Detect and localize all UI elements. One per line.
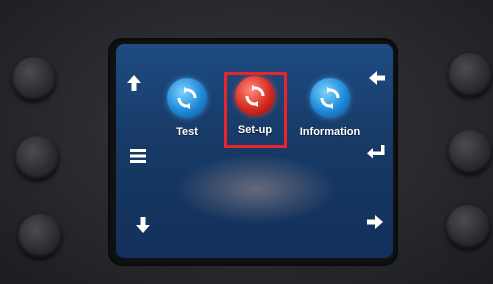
arrow-left-icon[interactable] <box>368 70 386 91</box>
refresh-icon <box>167 78 207 118</box>
app-label-information: Information <box>299 126 361 138</box>
arrow-right-icon[interactable] <box>366 214 384 235</box>
right-top-hardware-button[interactable] <box>448 53 492 97</box>
left-middle-hardware-button[interactable] <box>15 136 59 180</box>
left-bottom-hardware-button[interactable] <box>18 214 62 258</box>
menu-icon[interactable] <box>130 148 146 169</box>
device-photo: Test Set-up Information <box>0 0 493 284</box>
left-top-hardware-button[interactable] <box>12 57 56 101</box>
enter-icon[interactable] <box>366 144 386 165</box>
refresh-icon <box>310 78 350 118</box>
right-middle-hardware-button[interactable] <box>448 130 492 174</box>
screen-glare <box>176 154 336 224</box>
right-bottom-hardware-button[interactable] <box>446 205 490 249</box>
selection-highlight <box>224 72 287 148</box>
arrow-up-icon[interactable] <box>126 74 142 97</box>
app-label-test: Test <box>176 126 198 138</box>
arrow-down-icon[interactable] <box>135 216 151 239</box>
